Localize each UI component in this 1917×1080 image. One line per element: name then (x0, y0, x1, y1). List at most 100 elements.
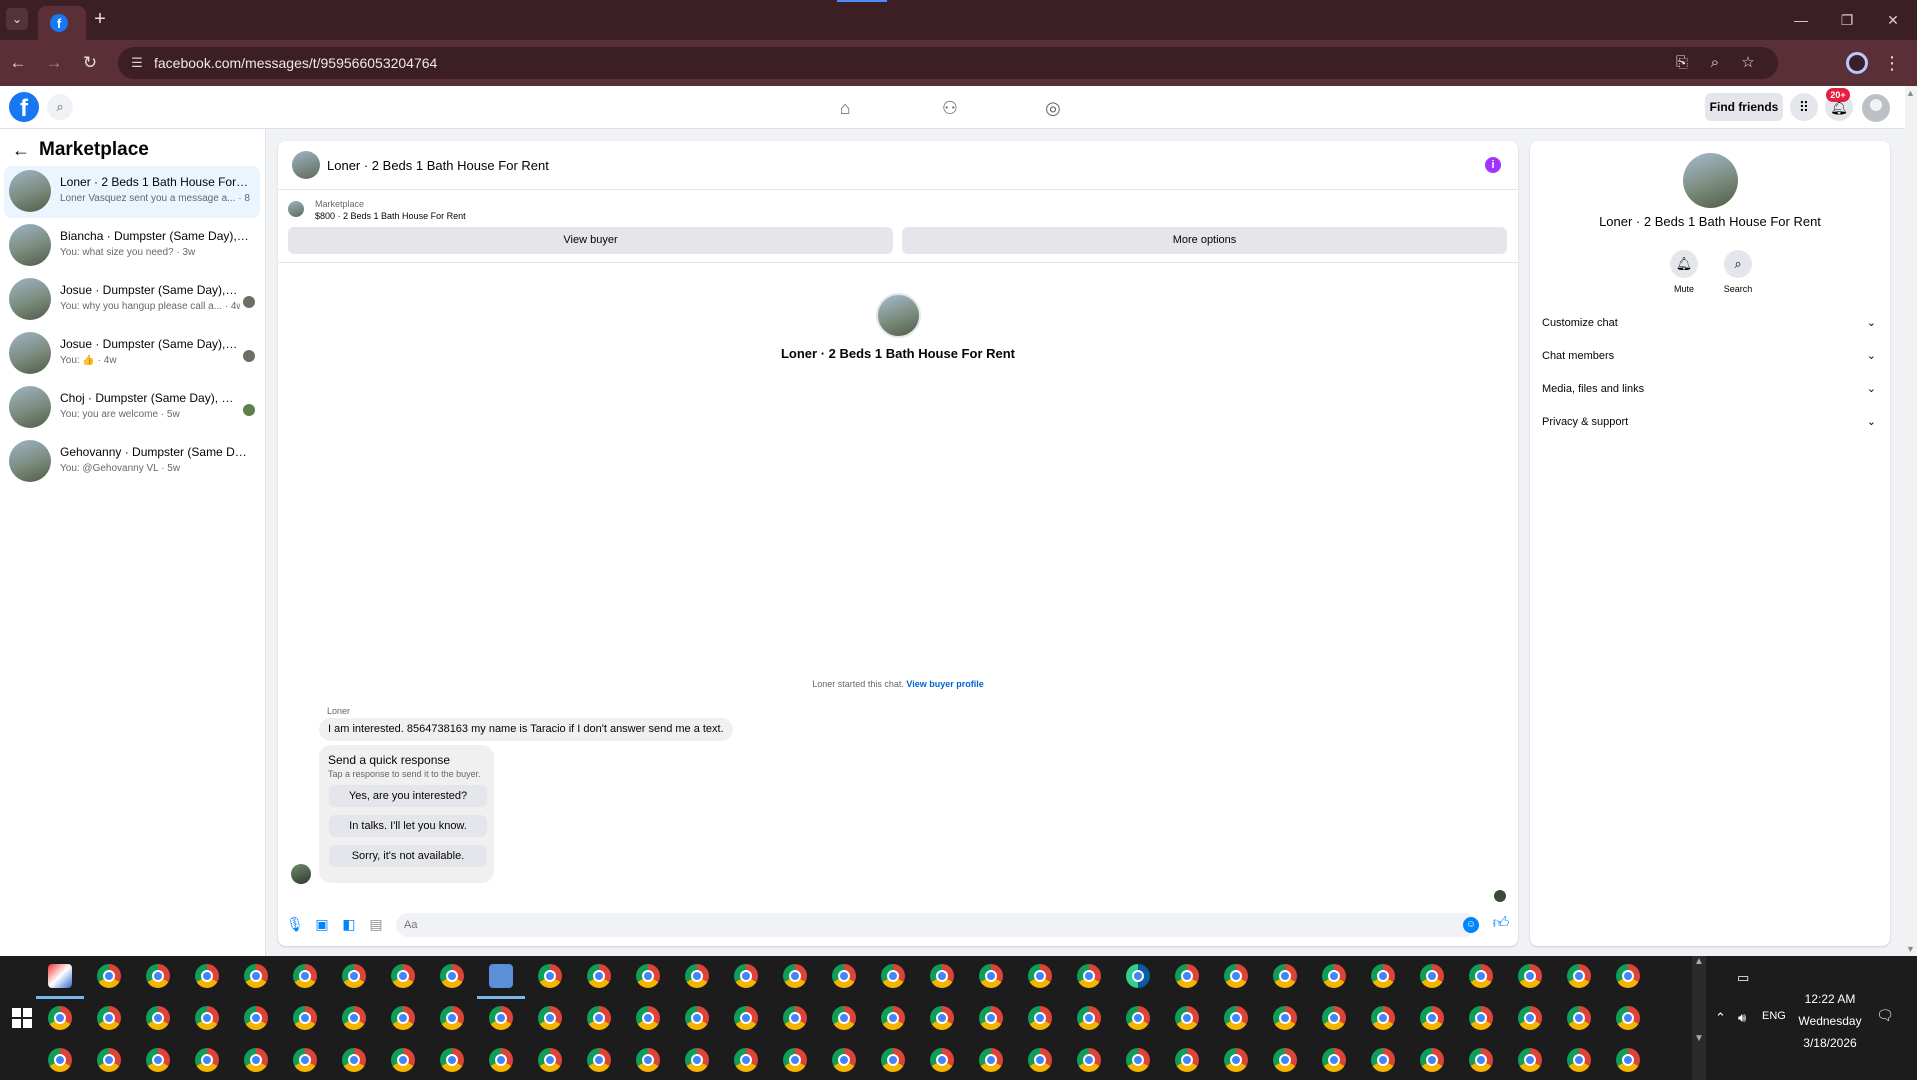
chrome-icon[interactable] (342, 1006, 366, 1030)
chrome-icon[interactable] (636, 1048, 660, 1072)
chrome-icon[interactable] (48, 1006, 72, 1030)
chrome-icon[interactable] (440, 964, 464, 988)
chrome-icon[interactable] (1224, 1006, 1248, 1030)
groups-icon[interactable]: ◎ (1040, 95, 1066, 121)
chrome-icon[interactable] (1028, 1048, 1052, 1072)
info-icon[interactable]: i (1485, 157, 1501, 173)
find-friends-button[interactable]: Find friends (1705, 93, 1783, 121)
chrome-icon[interactable] (979, 1048, 1003, 1072)
view-buyer-button[interactable]: View buyer (288, 227, 893, 254)
zoom-icon[interactable]: ⌕ (1706, 54, 1724, 72)
customize-chat-section[interactable]: Customize chat ⌄ (1542, 311, 1878, 335)
snipping-tool-icon[interactable] (48, 964, 72, 988)
chrome-icon[interactable] (881, 1048, 905, 1072)
url-text[interactable]: facebook.com/messages/t/959566053204764 (154, 55, 437, 71)
chrome-icon[interactable] (1224, 964, 1248, 988)
chrome-icon[interactable] (391, 1048, 415, 1072)
chrome-icon[interactable] (489, 1006, 513, 1030)
chrome-icon[interactable] (1469, 964, 1493, 988)
chrome-icon[interactable] (1420, 1048, 1444, 1072)
chrome-icon[interactable] (391, 964, 415, 988)
chrome-icon[interactable] (636, 964, 660, 988)
chrome-icon[interactable] (1322, 1006, 1346, 1030)
chrome-icon[interactable] (1567, 1048, 1591, 1072)
active-tab[interactable]: f (38, 6, 86, 40)
chrome-icon[interactable] (538, 1006, 562, 1030)
chrome-icon[interactable] (1175, 1048, 1199, 1072)
minimize-icon[interactable]: — (1786, 9, 1816, 31)
taskbar-scroll[interactable]: ▲ ▼ (1692, 956, 1706, 1080)
chrome-icon[interactable] (1518, 1048, 1542, 1072)
chat-members-section[interactable]: Chat members ⌄ (1542, 344, 1878, 368)
privacy-support-section[interactable]: Privacy & support ⌄ (1542, 410, 1878, 434)
chrome-icon[interactable] (146, 1006, 170, 1030)
chrome-icon[interactable] (244, 964, 268, 988)
conversation-item[interactable]: Josue · Dumpster (Same Day), R... You: 👍… (4, 328, 260, 380)
chrome-icon[interactable] (538, 964, 562, 988)
chat-title[interactable]: Loner · 2 Beds 1 Bath House For Rent (327, 158, 549, 173)
chrome-icon[interactable] (293, 1048, 317, 1072)
chrome-icon[interactable] (587, 964, 611, 988)
conversation-item[interactable]: Josue · Dumpster (Same Day), R... You: w… (4, 274, 260, 326)
mute-button[interactable]: 🔔︎ Mute (1664, 250, 1704, 294)
gif-icon[interactable]: ▤ (367, 915, 385, 933)
chrome-icon[interactable] (685, 964, 709, 988)
chrome-icon[interactable] (440, 1006, 464, 1030)
sticker-icon[interactable]: ◧ (340, 915, 358, 933)
chevron-up-icon[interactable]: ⌃ (1715, 1010, 1726, 1026)
chrome-icon[interactable] (1273, 1048, 1297, 1072)
bookmark-star-icon[interactable]: ☆ (1739, 54, 1757, 72)
tab-search-button[interactable]: ⌄ (6, 8, 28, 30)
notification-center-icon[interactable]: 🗨︎ (1875, 1007, 1895, 1027)
chrome-icon[interactable] (1028, 1006, 1052, 1030)
chrome-icon[interactable] (734, 1048, 758, 1072)
chrome-icon[interactable] (783, 1048, 807, 1072)
chrome-icon[interactable] (1175, 1006, 1199, 1030)
quick-response-button[interactable]: Yes, are you interested? (329, 785, 487, 807)
listing-thumbnail[interactable] (292, 151, 320, 179)
chrome-icon[interactable] (930, 1048, 954, 1072)
chrome-icon[interactable] (146, 1048, 170, 1072)
chrome-icon[interactable] (734, 1006, 758, 1030)
chrome-icon[interactable] (1420, 1006, 1444, 1030)
chrome-icon[interactable] (881, 964, 905, 988)
chrome-icon[interactable] (1322, 964, 1346, 988)
chrome-icon[interactable] (930, 964, 954, 988)
profile-icon[interactable] (1846, 52, 1868, 74)
emoji-icon[interactable]: ☺ (1463, 917, 1479, 933)
chrome-icon[interactable] (1371, 1048, 1395, 1072)
quick-response-button[interactable]: In talks. I'll let you know. (329, 815, 487, 837)
chrome-icon[interactable] (930, 1006, 954, 1030)
chrome-icon[interactable] (979, 964, 1003, 988)
chrome-icon[interactable] (832, 1048, 856, 1072)
chrome-icon[interactable] (685, 1006, 709, 1030)
quick-response-button[interactable]: Sorry, it's not available. (329, 845, 487, 867)
chrome-icon[interactable] (538, 1048, 562, 1072)
facebook-logo-icon[interactable]: f (9, 92, 39, 122)
chrome-icon[interactable] (881, 1006, 905, 1030)
message-composer[interactable] (396, 913, 1476, 937)
chrome-icon[interactable] (1616, 1048, 1640, 1072)
chrome-icon[interactable] (244, 1048, 268, 1072)
scroll-up-icon[interactable]: ▲ (1906, 88, 1915, 98)
chrome-icon[interactable] (195, 964, 219, 988)
chrome-icon[interactable] (1077, 964, 1101, 988)
chrome-icon[interactable] (1567, 1006, 1591, 1030)
conversation-item[interactable]: Choj · Dumpster (Same Day), Re... You: y… (4, 382, 260, 434)
chrome-icon[interactable] (342, 964, 366, 988)
search-button[interactable]: ⌕ Search (1718, 250, 1758, 294)
chrome-icon[interactable] (1469, 1006, 1493, 1030)
chrome-icon[interactable] (1567, 964, 1591, 988)
microphone-icon[interactable]: 🎙︎ (286, 915, 304, 933)
chrome-icon[interactable] (1273, 1006, 1297, 1030)
browser-menu-icon[interactable]: ⋮ (1883, 51, 1901, 75)
chrome-icon[interactable] (1175, 964, 1199, 988)
chrome-icon[interactable] (783, 964, 807, 988)
chrome-icon[interactable] (587, 1048, 611, 1072)
chrome-icon[interactable] (440, 1048, 464, 1072)
thumbs-up-icon[interactable]: 👍︎ (1491, 914, 1511, 934)
chrome-icon[interactable] (244, 1006, 268, 1030)
account-avatar[interactable] (1862, 94, 1890, 122)
conversation-item[interactable]: Loner · 2 Beds 1 Bath House For Re... Lo… (4, 166, 260, 218)
site-settings-icon[interactable]: ☰ (128, 54, 146, 72)
